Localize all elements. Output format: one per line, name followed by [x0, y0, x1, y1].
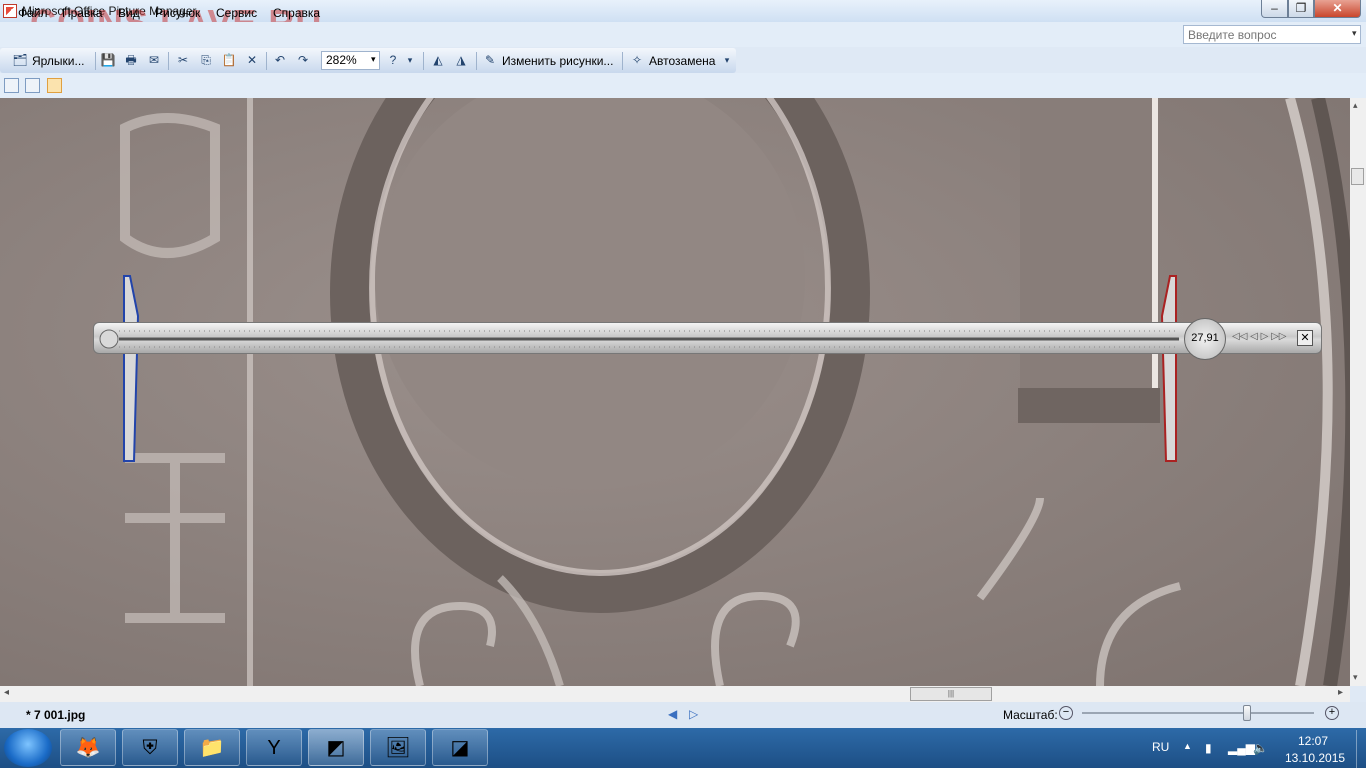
scroll-right-icon[interactable]: ▸ — [1338, 687, 1343, 698]
yandex-browser-icon[interactable]: Y — [246, 729, 302, 766]
volume-icon[interactable]: 🔈 — [1253, 741, 1268, 755]
help-dropdown-arrow-icon[interactable]: ▾ — [1352, 28, 1357, 39]
shortcuts-button[interactable]: Ярлыки... — [32, 54, 85, 68]
zoom-out-icon[interactable]: − — [1059, 706, 1073, 720]
edit-pictures-button[interactable]: Изменить рисунки... — [502, 54, 613, 68]
clock-date[interactable]: 13.10.2015 — [1285, 751, 1345, 765]
picture-canvas[interactable] — [0, 98, 1350, 686]
picture-manager-icon[interactable] — [3, 4, 17, 18]
language-indicator[interactable]: RU — [1152, 740, 1169, 754]
scroll-left-icon[interactable]: ◂ — [4, 687, 9, 698]
zoom-slider-thumb[interactable] — [1243, 705, 1251, 721]
scroll-up-icon[interactable]: ▴ — [1353, 100, 1358, 111]
toolbar-separator — [266, 52, 267, 70]
toolbar-options-icon[interactable]: ▾ — [404, 51, 416, 70]
autocorrect-button[interactable]: Автозамена — [649, 54, 715, 68]
zoom-in-icon[interactable]: + — [1325, 706, 1339, 720]
thumbnail-view-icon[interactable] — [4, 78, 19, 93]
filmstrip-view-icon[interactable] — [25, 78, 40, 93]
toolbar-options-icon[interactable]: ▾ — [721, 51, 733, 70]
current-file-name: * 7 001.jpg — [26, 708, 86, 722]
start-button[interactable] — [4, 729, 52, 767]
vertical-scroll-thumb[interactable] — [1351, 168, 1364, 185]
power-icon[interactable]: ▮ — [1205, 741, 1212, 755]
zoom-slider-track[interactable] — [1082, 712, 1314, 714]
digit-one-base — [1018, 388, 1160, 423]
caliper-ruler[interactable] — [93, 322, 1322, 354]
save-icon[interactable]: 💾 — [98, 51, 118, 70]
toolbar-separator — [95, 52, 96, 70]
zoom-label: Масштаб: — [1003, 708, 1058, 722]
network-icon[interactable]: ▂▄▆ — [1228, 741, 1255, 755]
view-toolbar — [0, 73, 1366, 98]
caliper-scale — [99, 329, 1179, 349]
menu-tools[interactable]: Сервис — [216, 6, 257, 20]
picture-manager-task-icon[interactable]: ◩ — [308, 729, 364, 766]
rotate-left-icon[interactable]: ◭ — [428, 51, 448, 70]
digit-one — [1020, 98, 1160, 423]
undo-icon[interactable]: ↶ — [270, 51, 290, 70]
menu-picture[interactable]: Рисунок — [155, 6, 200, 20]
menu-edit[interactable]: Правка — [62, 6, 103, 20]
clock-time[interactable]: 12:07 — [1298, 734, 1328, 748]
firefox-icon[interactable]: 🦊 — [60, 729, 116, 766]
toolbar-separator — [476, 52, 477, 70]
horizontal-scrollbar[interactable] — [0, 686, 1350, 702]
caliper-step-buttons[interactable]: ◁◁ ◁ ▷ ▷▷ — [1232, 331, 1286, 342]
toolbar-separator — [168, 52, 169, 70]
scroll-down-icon[interactable]: ▾ — [1353, 672, 1358, 683]
explorer-icon[interactable]: 📁 — [184, 729, 240, 766]
world-of-tanks-icon[interactable]: ⛨ — [122, 729, 178, 766]
next-picture-icon[interactable]: ▷ — [689, 707, 698, 721]
caliper-measurement: 27,91 — [1191, 332, 1219, 344]
coin-photo — [0, 98, 1350, 686]
rotate-right-icon[interactable]: ◮ — [451, 51, 471, 70]
cut-icon[interactable]: ✂ — [173, 51, 193, 70]
vertical-scrollbar[interactable] — [1350, 98, 1366, 686]
minimize-button[interactable]: – — [1261, 0, 1288, 18]
menu-help[interactable]: Справка — [273, 6, 320, 20]
close-button[interactable]: ✕ — [1314, 0, 1361, 18]
copy-icon[interactable]: ⎘ — [196, 51, 216, 70]
tray-expand-icon[interactable]: ▲ — [1183, 741, 1192, 751]
previous-picture-icon[interactable]: ◀ — [668, 707, 677, 721]
print-icon[interactable]: 🖶 — [121, 51, 141, 70]
autocorrect-icon[interactable]: ✧ — [627, 51, 647, 70]
photo-viewer-icon[interactable]: 🖼 — [370, 729, 426, 766]
single-picture-view-icon[interactable] — [47, 78, 62, 93]
help-search-box[interactable] — [1183, 25, 1361, 44]
zoom-dropdown-arrow-icon[interactable]: ▾ — [371, 54, 376, 65]
delete-icon[interactable]: ✕ — [242, 51, 262, 70]
help-search-input[interactable] — [1184, 26, 1342, 43]
toolbar-separator — [622, 52, 623, 70]
show-desktop-button[interactable] — [1356, 730, 1366, 768]
toolbar-separator — [423, 52, 424, 70]
caliper-close-icon[interactable]: ✕ — [1297, 330, 1313, 346]
caliper-app-icon[interactable]: ◪ — [432, 729, 488, 766]
paste-icon[interactable]: 📋 — [219, 51, 239, 70]
edit-pictures-icon[interactable]: ✎ — [480, 51, 500, 70]
redo-icon[interactable]: ↷ — [293, 51, 313, 70]
menu-bar — [0, 22, 1366, 47]
help-icon[interactable]: ? — [383, 51, 403, 70]
menu-view[interactable]: Вид — [118, 6, 140, 20]
status-bar — [0, 702, 1366, 728]
shortcuts-icon[interactable]: 🗂 — [10, 51, 30, 70]
horizontal-scroll-thumb[interactable]: ||| — [910, 687, 992, 701]
maximize-button[interactable]: ❐ — [1288, 0, 1314, 18]
email-icon[interactable]: ✉ — [144, 51, 164, 70]
menu-file[interactable]: Файл — [18, 6, 48, 20]
